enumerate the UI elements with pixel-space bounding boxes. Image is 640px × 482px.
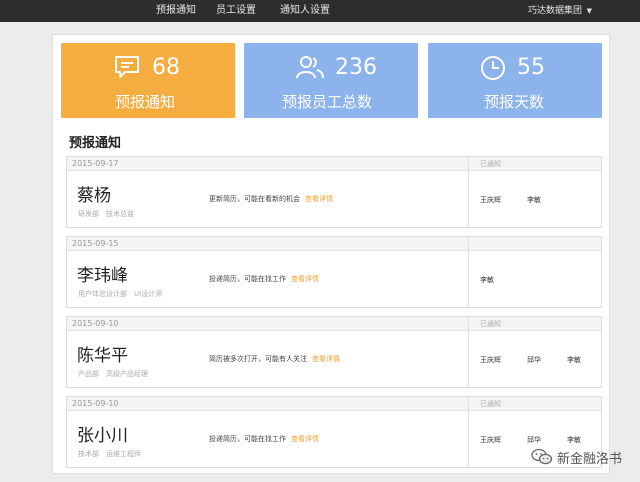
chat-icon (113, 54, 141, 84)
notice-date: 2015-09-17 (72, 159, 119, 168)
employee-dept: 研发部 技术总监 (78, 210, 134, 218)
main-panel: 68 预报通知 236 预报员工总数 55 预报天数 预报通知 2015-09- (52, 34, 610, 474)
card-header: 2015-09-17 已通知 (67, 157, 601, 171)
notified-person: 李敏 (527, 196, 541, 204)
employee-dept: 用户体验设计部 UI设计师 (78, 290, 163, 298)
employee-name: 蔡杨 (77, 186, 111, 206)
notified-person: 李敏 (567, 436, 581, 444)
notice-card: 2015-09-17 已通知 蔡杨 研发部 技术总监 更新简历，可能在看新的机会… (66, 156, 602, 228)
notified-person: 王庆辉 (480, 436, 501, 444)
section-title: 预报通知 (69, 136, 122, 151)
top-nav-bar: 预报通知 员工设置 通知人设置 巧达数据集团 ▼ (0, 0, 640, 22)
status-message: 简历被多次打开，可能有人关注 (209, 355, 307, 363)
divider (468, 157, 469, 227)
employee-dept: 技术部 运维工程师 (78, 450, 141, 458)
stat-label: 预报天数 (484, 93, 545, 111)
stat-card-days[interactable]: 55 预报天数 (428, 43, 602, 118)
stat-card-notices[interactable]: 68 预报通知 (61, 43, 235, 118)
users-icon (295, 54, 325, 84)
divider (468, 237, 469, 307)
stat-label: 预报员工总数 (282, 93, 373, 111)
watermark: 新金融洛书 (531, 448, 622, 468)
divider (468, 397, 469, 467)
notified-person: 王庆辉 (480, 356, 501, 364)
notice-date: 2015-09-15 (72, 239, 119, 248)
notified-person: 王庆辉 (480, 196, 501, 204)
employee-name: 张小川 (77, 426, 128, 446)
status-message: 投递简历，可能在找工作 (209, 275, 286, 283)
notified-label: 已通知 (480, 400, 501, 408)
nav-tab-notifier-settings[interactable]: 通知人设置 (280, 0, 330, 22)
view-details-link[interactable]: 查看详情 (291, 435, 319, 443)
notice-card: 2015-09-10 已通知 张小川 技术部 运维工程师 投递简历，可能在找工作… (66, 396, 602, 468)
status-message: 投递简历，可能在找工作 (209, 435, 286, 443)
notice-card: 2015-09-15 李玮峰 用户体验设计部 UI设计师 投递简历，可能在找工作… (66, 236, 602, 308)
stat-label: 预报通知 (115, 93, 176, 111)
notice-date: 2015-09-10 (72, 399, 119, 408)
org-menu[interactable]: 巧达数据集团 (528, 0, 582, 22)
notified-person: 邱华 (527, 356, 541, 364)
status-text: 简历被多次打开，可能有人关注 查看详情 (209, 354, 340, 364)
employee-dept: 产品部 高级产品经理 (78, 370, 148, 378)
stat-card-employees[interactable]: 236 预报员工总数 (244, 43, 418, 118)
wechat-logo-icon (531, 448, 553, 470)
notified-label: 已通知 (480, 320, 501, 328)
caret-down-icon[interactable]: ▼ (587, 0, 592, 22)
card-header: 2015-09-10 已通知 (67, 317, 601, 331)
notice-card: 2015-09-10 已通知 陈华平 产品部 高级产品经理 简历被多次打开，可能… (66, 316, 602, 388)
divider (468, 317, 469, 387)
status-text: 更新简历，可能在看新的机会 查看详情 (209, 194, 333, 204)
status-text: 投递简历，可能在找工作 查看详情 (209, 434, 319, 444)
view-details-link[interactable]: 查看详情 (305, 195, 333, 203)
notified-person: 李敏 (567, 356, 581, 364)
notice-date: 2015-09-10 (72, 319, 119, 328)
notified-label: 已通知 (480, 160, 501, 168)
nav-tab-forecast-notice[interactable]: 预报通知 (156, 0, 196, 22)
employee-name: 陈华平 (77, 346, 128, 366)
status-text: 投递简历，可能在找工作 查看详情 (209, 274, 319, 284)
view-details-link[interactable]: 查看详情 (312, 355, 340, 363)
employee-name: 李玮峰 (77, 266, 128, 286)
watermark-text: 新金融洛书 (556, 452, 622, 467)
status-message: 更新简历，可能在看新的机会 (209, 195, 300, 203)
nav-tab-employee-settings[interactable]: 员工设置 (216, 0, 256, 22)
stat-value: 55 (517, 55, 545, 80)
card-header: 2015-09-10 已通知 (67, 397, 601, 411)
clock-icon (479, 54, 507, 86)
notified-person: 邱华 (527, 436, 541, 444)
card-header: 2015-09-15 (67, 237, 601, 251)
notified-person: 李敏 (480, 276, 494, 284)
view-details-link[interactable]: 查看详情 (291, 275, 319, 283)
stat-value: 236 (335, 55, 377, 80)
stat-value: 68 (152, 55, 180, 80)
